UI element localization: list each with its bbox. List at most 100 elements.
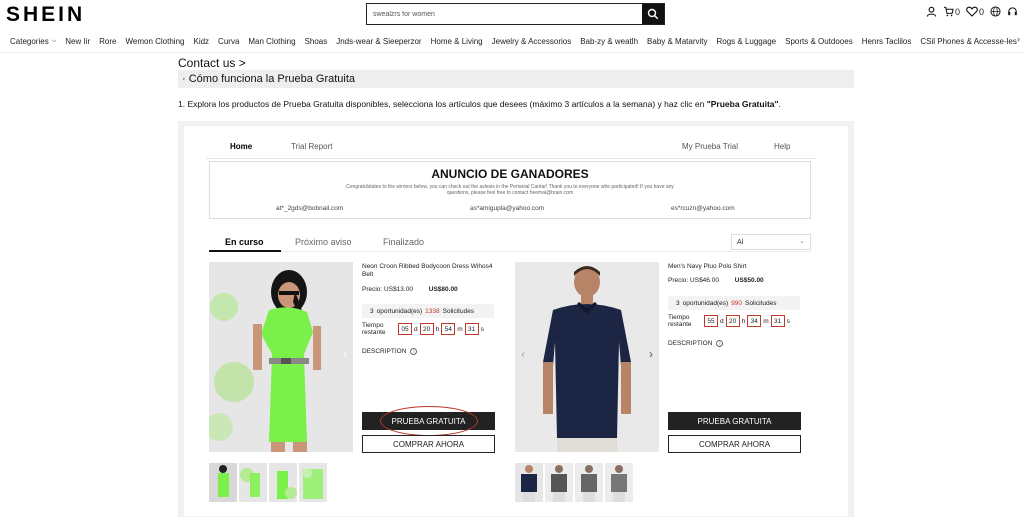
nav-categories[interactable]: Categories ⌵ <box>10 37 56 46</box>
status-tabs: En curso Próximo aviso Finalizado <box>209 234 811 254</box>
nav-item[interactable]: Kidz <box>193 37 209 46</box>
winner-email: es*rcuzn@yahoo.com <box>671 205 735 212</box>
countdown-timer: Tiempo restante 55 d 20 h 34 m 31 s <box>668 314 790 328</box>
days-box: 55 <box>704 315 718 327</box>
nav-item[interactable]: Shoas <box>305 37 328 46</box>
tab-home[interactable]: Home <box>230 142 252 151</box>
thumbnail[interactable] <box>209 463 237 502</box>
thumbnail[interactable] <box>239 463 267 502</box>
tab-my-trial[interactable]: My Prueba Trial <box>682 142 738 151</box>
nav-item[interactable]: Curva <box>218 37 239 46</box>
heart-icon <box>966 6 978 17</box>
product-2-image[interactable]: ‹ › <box>515 262 659 452</box>
cart-button[interactable]: 0 <box>943 6 960 17</box>
nav-item[interactable]: Bab-zy & weatlh <box>580 37 638 46</box>
contact-link[interactable]: Contact us > <box>178 56 246 70</box>
nav-item[interactable]: Baby & Matarvity <box>647 37 707 46</box>
trial-screenshot-frame: Home Trial Report My Prueba Trial Help A… <box>178 121 854 517</box>
nav-item[interactable]: CSil Phones & Accesse-les <box>920 37 1017 46</box>
nav-item[interactable]: Home & Living <box>431 37 483 46</box>
free-trial-button[interactable]: PRUEBA GRATUITA <box>668 412 801 430</box>
winner-email: at*_2gds@bobnail.com <box>276 205 344 212</box>
nav-item[interactable]: Man Clothing <box>248 37 295 46</box>
tab-finalizado[interactable]: Finalizado <box>383 237 424 247</box>
prev-image-icon[interactable]: ‹ <box>521 347 525 361</box>
highlight-circle <box>380 406 478 436</box>
tab-help[interactable]: Help <box>774 142 790 151</box>
section-title: · Cómo funciona la Prueba Gratuita <box>178 70 854 88</box>
winner-email: as*amigupla@yahoo.com <box>470 205 545 212</box>
trial-panel: Home Trial Report My Prueba Trial Help A… <box>184 126 848 516</box>
thumbnail[interactable] <box>299 463 327 502</box>
filter-select-value: Al <box>737 238 744 246</box>
seconds-box: 31 <box>464 323 479 335</box>
product-price: Precio: US$46.00 US$50.00 <box>668 277 764 284</box>
opportunity-row: 3 oportunidad(es) 990 Solicitudes <box>668 296 800 310</box>
thumbnail[interactable] <box>575 463 603 502</box>
language-button[interactable] <box>990 6 1001 17</box>
product-name[interactable]: Men's Navy Pluo Polo Shirt <box>668 263 804 271</box>
header-icons: 0 0 <box>926 6 1018 17</box>
globe-icon <box>990 6 1001 17</box>
thumbnail[interactable] <box>545 463 573 502</box>
tabs-divider <box>206 158 816 159</box>
info-icon: i <box>410 348 418 355</box>
polo-photo <box>515 262 659 452</box>
hours-box: 20 <box>725 315 740 327</box>
nav-item[interactable]: Jewelry & Accessorios <box>492 37 572 46</box>
nav-item[interactable]: Rogs & Luggage <box>717 37 777 46</box>
thumbnail[interactable] <box>269 463 297 502</box>
trial-top-tabs: Home Trial Report My Prueba Trial Help <box>206 136 816 159</box>
next-image-icon[interactable]: › <box>343 347 347 361</box>
tab-en-curso[interactable]: En curso <box>225 237 264 247</box>
hours-box: 20 <box>419 323 434 335</box>
thumbnail[interactable] <box>515 463 543 502</box>
wishlist-count: 0 <box>978 6 984 17</box>
description-toggle[interactable]: DESCRIPTION i <box>362 348 418 355</box>
minutes-box: 54 <box>441 323 456 335</box>
nav-item[interactable]: Wemon Clothing <box>125 37 184 46</box>
search-bar <box>366 3 665 25</box>
time-remaining-label: Tiempo restante <box>668 314 692 328</box>
account-button[interactable] <box>926 6 937 17</box>
search-input[interactable] <box>367 4 642 24</box>
thumbnail[interactable] <box>605 463 633 502</box>
product-1-image[interactable]: › <box>209 262 353 452</box>
cart-count: 0 <box>954 6 960 17</box>
product-2-thumbnails <box>515 463 633 502</box>
announcement-title: ANUNCIO DE GANADORES <box>431 167 589 181</box>
countdown-timer: Tiempo restante 05 d 20 h 54 m 31 s <box>362 322 484 336</box>
chevron-down-icon: ⌵ <box>51 37 57 44</box>
wishlist-button[interactable]: 0 <box>966 6 984 17</box>
product-1-thumbnails <box>209 463 327 502</box>
days-box: 05 <box>398 323 412 335</box>
nav-item[interactable]: Henrs Taclilos <box>862 37 912 46</box>
headset-icon <box>1008 7 1017 16</box>
status-tabs-divider <box>209 251 811 252</box>
buy-now-button[interactable]: COMPRAR AHORA <box>668 435 801 453</box>
nav-item[interactable]: New Iir <box>65 37 90 46</box>
nav-item-label: Categories <box>10 36 49 46</box>
active-tab-underline <box>209 250 281 252</box>
nav-item[interactable]: Sports & Outdooes <box>785 37 853 46</box>
dress-photo <box>209 262 353 452</box>
nav-divider <box>0 52 1024 53</box>
search-icon <box>647 8 659 20</box>
category-nav: Categories ⌵ New Iir Rore Wemon Clothing… <box>0 33 1024 49</box>
next-image-icon[interactable]: › <box>649 347 653 361</box>
tab-trial-report[interactable]: Trial Report <box>291 142 333 151</box>
announcement-text: Congratulstates to the wirners below, yo… <box>346 184 674 196</box>
buy-now-button[interactable]: COMPRAR AHORA <box>362 435 495 453</box>
nav-scroll-right-icon[interactable]: › <box>1017 34 1020 44</box>
support-button[interactable] <box>1007 6 1018 17</box>
nav-item[interactable]: Rore <box>99 37 116 46</box>
product-name[interactable]: Neon Croon Ribbed Bodycoon Dress Wihos4 … <box>362 263 498 279</box>
filter-select[interactable]: Al ⌄ <box>731 234 811 250</box>
nav-item[interactable]: Jnds-wear & Sieeperzor <box>336 37 421 46</box>
info-icon: i <box>716 340 724 347</box>
search-button[interactable] <box>642 4 664 24</box>
description-toggle[interactable]: DESCRIPTION i <box>668 340 724 347</box>
shein-logo[interactable]: SHEIN <box>6 3 85 27</box>
tab-proximo-aviso[interactable]: Próximo aviso <box>295 237 352 247</box>
seconds-box: 31 <box>770 315 785 327</box>
